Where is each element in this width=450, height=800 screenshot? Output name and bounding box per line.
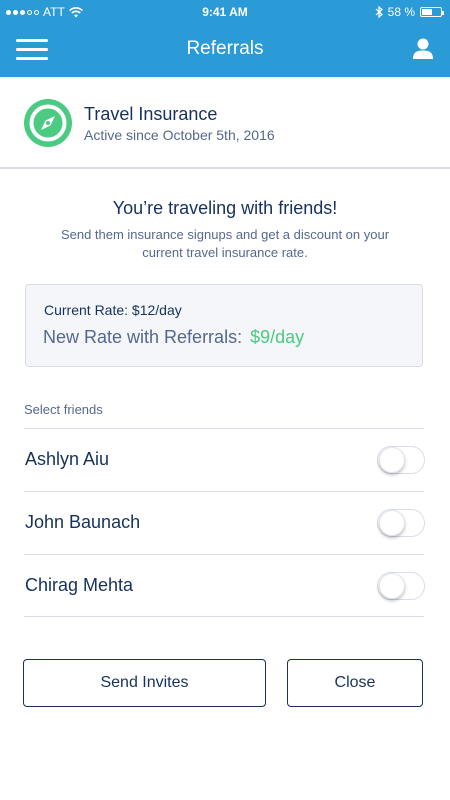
header-bar: ATT 9:41 AM 58 % Referrals (0, 0, 450, 77)
battery-percent: 58 % (387, 5, 415, 19)
rate-summary: Current Rate: $12/day New Rate with Refe… (25, 284, 423, 367)
battery-icon (420, 7, 444, 17)
user-icon[interactable] (412, 38, 434, 62)
friend-name: Ashlyn Aiu (25, 449, 110, 469)
toggle-knob (379, 510, 405, 536)
bluetooth-icon (375, 6, 383, 18)
friends-list: Ashlyn Aiu John Baunach Chirag Mehta (24, 428, 425, 617)
list-item: Chirag Mehta (24, 554, 425, 617)
status-bar: ATT 9:41 AM 58 % (0, 0, 450, 24)
page-title: Referrals (186, 38, 264, 59)
select-friends-label: Select friends (24, 402, 103, 417)
friend-name: John Baunach (25, 512, 141, 532)
status-right: 58 % (375, 5, 444, 19)
toggle-knob (379, 573, 405, 599)
new-rate-value: $9/day (250, 327, 305, 347)
close-button[interactable]: Close (287, 659, 423, 707)
product-card: Travel Insurance Active since October 5t… (0, 77, 450, 169)
send-invites-button[interactable]: Send Invites (23, 659, 266, 707)
hero-title: You’re traveling with friends! (112, 198, 338, 218)
toggle-knob (379, 447, 405, 473)
compass-icon (24, 99, 72, 147)
new-rate: New Rate with Referrals: $9/day (43, 327, 304, 348)
friend-name: Chirag Mehta (25, 575, 134, 595)
product-name: Travel Insurance (84, 104, 218, 124)
list-item: John Baunach (24, 491, 425, 554)
list-item: Ashlyn Aiu (24, 428, 425, 491)
hero-subtitle: Send them insurance signups and get a di… (60, 227, 390, 260)
friend-toggle[interactable] (377, 446, 425, 474)
navigation-bar: Referrals (0, 24, 450, 77)
friend-toggle[interactable] (377, 509, 425, 537)
product-status: Active since October 5th, 2016 (84, 127, 275, 143)
new-rate-label: New Rate with Referrals: (43, 327, 243, 347)
current-rate: Current Rate: $12/day (44, 302, 182, 318)
friend-toggle[interactable] (377, 572, 425, 600)
